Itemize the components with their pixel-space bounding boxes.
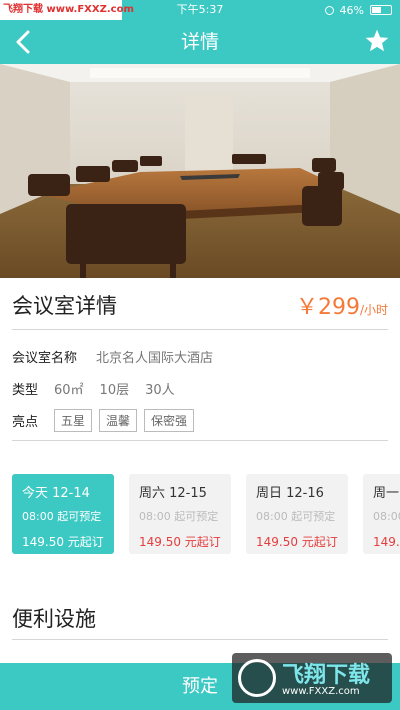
date-selector: 今天 12-14 08:00 起可预定 149.50 元起订 周六 12-15 …	[12, 474, 400, 556]
battery-icon	[370, 5, 392, 15]
date-card-saturday[interactable]: 周六 12-15 08:00 起可预定 149.50 元起订	[129, 474, 231, 554]
highlight-tag: 五星	[54, 408, 93, 432]
date-card-today[interactable]: 今天 12-14 08:00 起可预定 149.50 元起订	[12, 474, 114, 554]
highlights-row: 亮点 五星 温馨 保密强	[12, 404, 388, 436]
date-price: 149.50 元起订	[373, 535, 400, 549]
room-price: ￥299/小时	[296, 289, 388, 321]
watermark-text: 飞翔下载	[282, 663, 371, 688]
date-price: 149.50 元起订	[22, 535, 104, 549]
alarm-icon	[324, 5, 334, 15]
price-unit: /小时	[359, 302, 388, 317]
date-name: 今天 12-14	[22, 486, 90, 501]
date-price: 149.50 元起订	[139, 535, 221, 549]
name-label: 会议室名称	[12, 350, 78, 366]
room-title: 会议室详情	[12, 293, 117, 318]
type-label: 类型	[12, 382, 39, 398]
date-time: 08:00 起可预定	[256, 510, 336, 523]
star-icon[interactable]	[364, 28, 390, 54]
divider	[12, 440, 388, 441]
room-detail: 会议室详情 ￥299/小时 会议室名称 北京名人国际大酒店 类型 60㎡ 10层 3…	[12, 280, 388, 441]
date-card-sunday[interactable]: 周日 12-16 08:00 起可预定 149.50 元起订	[246, 474, 348, 554]
highlight-tag: 温馨	[99, 408, 138, 432]
facilities-title: 便利设施	[12, 607, 96, 631]
date-name: 周六 12-15	[139, 486, 207, 501]
type-values: 60㎡ 10层 30人	[54, 379, 191, 398]
date-time: 08:00 起可预定	[139, 510, 219, 523]
type-capacity: 30人	[145, 382, 175, 398]
price-value: ￥299	[295, 294, 360, 320]
status-bar: 飞翔下载 www.FXXZ.com 下午5:37 46%	[0, 0, 400, 20]
page-title: 详情	[180, 31, 219, 53]
title-row: 会议室详情 ￥299/小时	[12, 280, 388, 330]
type-row: 类型 60㎡ 10层 30人	[12, 372, 388, 404]
nav-bar: 详情	[0, 20, 400, 64]
name-row: 会议室名称 北京名人国际大酒店	[12, 340, 388, 372]
highlights-label: 亮点	[12, 414, 39, 430]
date-price: 149.50 元起订	[256, 535, 338, 549]
watermark-circle-icon	[238, 659, 276, 697]
meeting-room-photo	[0, 64, 400, 278]
highlight-tags: 五星 温馨 保密强	[54, 408, 201, 432]
status-right: 46%	[324, 0, 392, 20]
type-area: 60㎡	[54, 382, 84, 398]
date-time: 08:00 起可预定	[373, 510, 400, 523]
type-floor: 10层	[99, 382, 130, 398]
name-value: 北京名人国际大酒店	[96, 350, 214, 366]
date-name: 周日 12-16	[256, 486, 324, 501]
date-card-monday[interactable]: 周一 12-17 08:00 起可预定 149.50 元起订	[363, 474, 400, 554]
facilities-section: 便利设施	[12, 598, 388, 640]
watermark-logo: 飞翔下载 www.FXXZ.com	[232, 653, 392, 703]
highlight-tag: 保密强	[144, 408, 195, 432]
date-time: 08:00 起可预定	[22, 510, 102, 523]
date-name: 周一 12-17	[373, 486, 400, 501]
battery-percent: 46%	[339, 3, 364, 17]
watermark-url: www.FXXZ.com	[282, 686, 360, 697]
